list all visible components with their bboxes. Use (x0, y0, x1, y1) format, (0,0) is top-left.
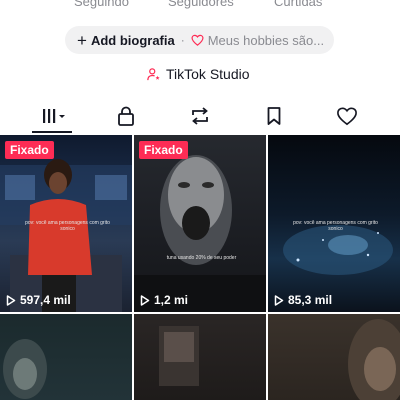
thumbnail-art (348, 319, 400, 400)
video-caption: pov: você ama personagens com grito soni… (293, 220, 378, 232)
tab-liked[interactable] (327, 100, 367, 132)
studio-person-icon (147, 67, 160, 80)
bio-hobbies: Meus hobbies são... (191, 33, 324, 48)
heart-icon (337, 107, 357, 126)
hobbies-placeholder: Meus hobbies são... (207, 32, 325, 48)
profile-tabs (0, 100, 400, 133)
tab-videos[interactable] (32, 100, 72, 132)
video-thumbnail[interactable]: Fixado pov: você ama personagens com gri… (0, 135, 132, 312)
video-thumbnail[interactable] (0, 314, 132, 400)
video-caption: tuna usando 20% de seu poder (166, 255, 237, 261)
tab-reposts[interactable] (180, 100, 220, 132)
lock-icon (118, 106, 134, 126)
profile-stats: Seguindo Seguidores Curtidas (0, 0, 400, 14)
repost-icon (192, 107, 208, 125)
add-bio-button[interactable]: + Add biografia · Meus hobbies são... (65, 26, 334, 54)
view-count: 597,4 mil (6, 293, 71, 307)
heart-outline-icon (191, 34, 204, 46)
thumbnail-art (134, 155, 266, 312)
likes-label[interactable]: Curtidas (274, 0, 322, 9)
view-count-label: 85,3 mil (288, 293, 333, 307)
videos-grid-icon (43, 109, 65, 123)
tab-favorites[interactable] (254, 100, 294, 132)
video-thumbnail[interactable] (268, 314, 400, 400)
active-tab-indicator (32, 131, 72, 133)
bookmark-icon (267, 107, 281, 125)
tab-private[interactable] (106, 100, 146, 132)
add-bio: + Add biografia (77, 32, 175, 49)
thumbnail-art (159, 326, 199, 386)
followers-label[interactable]: Seguidores (168, 0, 234, 9)
view-count-label: 1,2 mi (154, 293, 189, 307)
following-label[interactable]: Seguindo (74, 0, 129, 9)
video-thumbnail[interactable]: Fixado tuna usando 20% de seu poder 1,2 … (134, 135, 266, 312)
add-bio-label: Add biografia (90, 32, 175, 48)
video-thumbnail[interactable]: pov: você ama personagens com grito soni… (268, 135, 400, 312)
bio-separator: · (180, 33, 185, 47)
play-icon (6, 294, 16, 306)
view-count-label: 597,4 mil (20, 293, 71, 307)
video-thumbnail[interactable] (134, 314, 266, 400)
view-count: 85,3 mil (274, 293, 332, 307)
play-icon (140, 294, 150, 306)
play-icon (274, 294, 284, 306)
pinned-badge: Fixado (139, 141, 188, 159)
thumbnail-art (3, 339, 47, 399)
plus-icon: + (77, 30, 87, 50)
view-count: 1,2 mi (140, 293, 188, 307)
tiktok-studio-link[interactable]: TikTok Studio (146, 66, 250, 82)
pinned-badge: Fixado (5, 141, 54, 159)
studio-label: TikTok Studio (166, 66, 250, 82)
video-caption: pov: você ama personagens com grito soni… (25, 220, 110, 232)
